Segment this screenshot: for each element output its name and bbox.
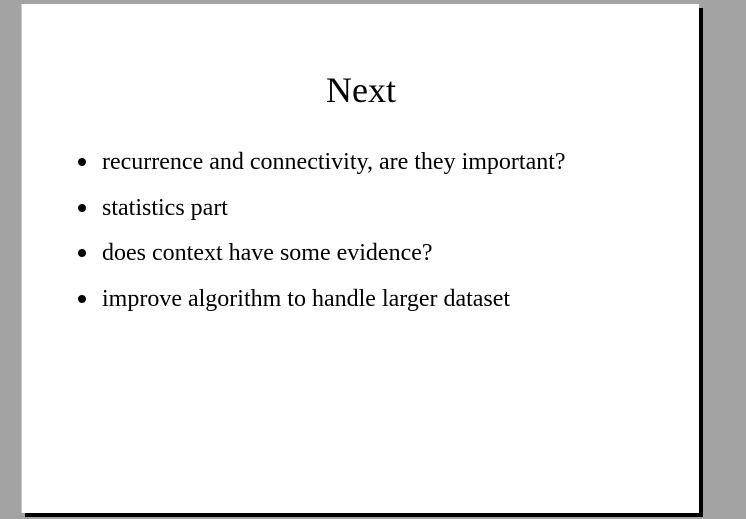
list-item: statistics part	[78, 193, 566, 239]
presentation-viewer: Next recurrence and connectivity, are th…	[0, 0, 746, 519]
slide-title: Next	[326, 70, 396, 110]
bullet-text: improve algorithm to handle larger datas…	[102, 285, 511, 312]
bullet-text: recurrence and connectivity, are they im…	[102, 149, 566, 175]
list-item: improve algorithm to handle larger datas…	[78, 284, 566, 330]
bullet-icon	[78, 249, 86, 257]
list-item: recurrence and connectivity, are they im…	[78, 147, 566, 193]
bullet-icon	[78, 158, 86, 166]
list-item: does context have some evidence?	[78, 238, 566, 284]
slide-page: Next recurrence and connectivity, are th…	[21, 4, 699, 513]
bullet-icon	[78, 203, 86, 212]
bullet-text: statistics part	[102, 194, 228, 221]
bullet-icon	[78, 294, 86, 303]
bullet-list: recurrence and connectivity, are they im…	[78, 147, 566, 329]
bullet-text: does context have some evidence?	[102, 240, 433, 266]
